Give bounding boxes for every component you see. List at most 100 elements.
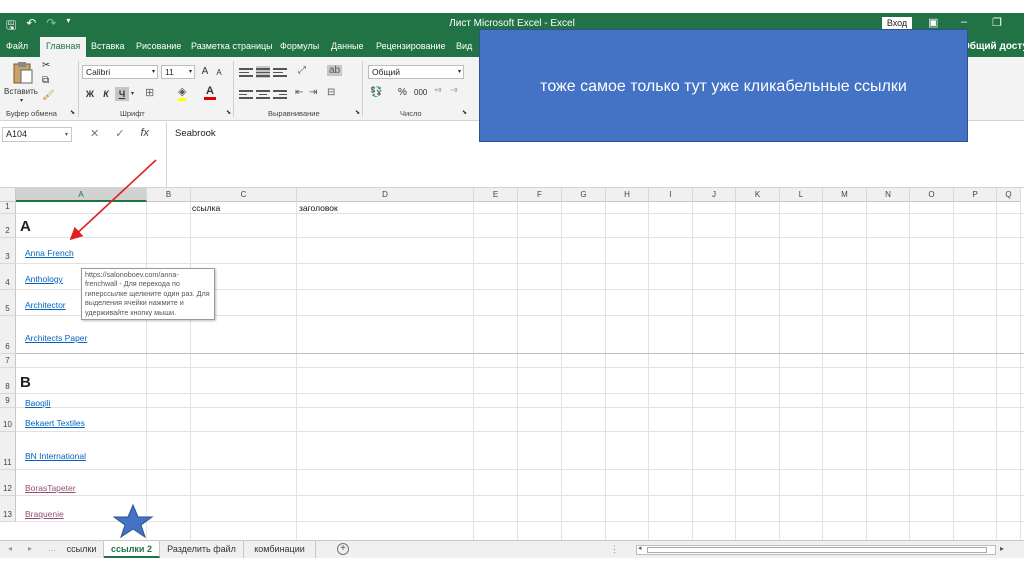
row-header-8[interactable]: 8 <box>0 368 16 394</box>
row-header-4[interactable]: 4 <box>0 264 16 290</box>
column-header-i[interactable]: I <box>649 188 693 202</box>
sheet-tab-combinations[interactable]: комбинации <box>244 541 316 558</box>
increase-decimal-icon[interactable]: ⁺⁰ <box>434 87 441 96</box>
cell-a4-link[interactable]: Anthology <box>25 274 63 284</box>
column-header-q[interactable]: Q <box>997 188 1021 202</box>
name-box[interactable]: A104 ▾ <box>2 127 72 142</box>
sheet-tab-links[interactable]: ссылки <box>60 541 104 558</box>
prev-sheet-icon[interactable]: ◂ <box>8 544 12 553</box>
cell-a9-link[interactable]: Baoqili <box>25 398 51 408</box>
row-header-13[interactable]: 13 <box>0 496 16 522</box>
tab-page-layout[interactable]: Разметка страницы <box>191 41 273 51</box>
row-header-5[interactable]: 5 <box>0 290 16 316</box>
alignment-launcher-icon[interactable]: ⬊ <box>355 109 360 116</box>
align-right-icon[interactable] <box>273 88 287 100</box>
column-header-d[interactable]: D <box>297 188 474 202</box>
format-painter-icon[interactable]: 🖌 <box>42 90 55 101</box>
clipboard-launcher-icon[interactable]: ⬊ <box>70 109 75 116</box>
currency-icon[interactable]: 💱 <box>370 87 382 98</box>
column-header-f[interactable]: F <box>518 188 562 202</box>
bold-button[interactable]: Ж <box>84 87 96 101</box>
select-all-corner[interactable] <box>0 188 16 202</box>
orientation-icon[interactable]: ⤢ <box>298 65 306 76</box>
ribbon-display-icon[interactable]: ▣ <box>928 16 938 29</box>
align-left-icon[interactable] <box>239 88 253 100</box>
column-header-l[interactable]: L <box>780 188 823 202</box>
cut-icon[interactable]: ✂ <box>42 60 50 71</box>
copy-icon[interactable]: ⧉ <box>42 75 49 86</box>
grow-font-button[interactable]: A <box>200 65 210 79</box>
row-header-7[interactable]: 7 <box>0 354 16 368</box>
restore-icon[interactable]: ❐ <box>992 16 1002 29</box>
cell-a6-link[interactable]: Architects Paper <box>25 333 87 343</box>
column-header-b[interactable]: B <box>147 188 191 202</box>
font-size-select[interactable]: 11 ▾ <box>161 65 195 79</box>
indent-decrease-icon[interactable]: ⇤ <box>295 87 303 98</box>
column-header-k[interactable]: K <box>736 188 780 202</box>
font-launcher-icon[interactable]: ⬊ <box>226 109 231 116</box>
sheet-tab-split-file[interactable]: Разделить файл <box>160 541 244 558</box>
share-button[interactable]: Общий доступ <box>962 41 1024 52</box>
cancel-icon[interactable]: ✕ <box>90 127 99 140</box>
row-header-3[interactable]: 3 <box>0 238 16 264</box>
paste-dropdown-icon[interactable]: ▾ <box>20 97 23 104</box>
row-header-12[interactable]: 12 <box>0 470 16 496</box>
fill-color-icon[interactable]: ◈ <box>178 85 187 101</box>
cell-a13-link[interactable]: Braquenie <box>25 509 64 519</box>
column-header-o[interactable]: O <box>910 188 954 202</box>
percent-button[interactable]: % <box>398 87 407 98</box>
row-header-9[interactable]: 9 <box>0 394 16 408</box>
cell-a2[interactable]: A <box>20 218 31 235</box>
underline-dropdown-icon[interactable]: ▾ <box>131 90 134 97</box>
column-header-g[interactable]: G <box>562 188 606 202</box>
cell-c1[interactable]: ссылка <box>192 203 220 213</box>
thousands-button[interactable]: 000 <box>414 88 427 97</box>
align-top-icon[interactable] <box>239 66 253 78</box>
worksheet-grid[interactable]: A B C D E F G H I J K L M N O P Q 1 2 3 4 5 6 7 8 9 10 11 12 13 <box>0 188 1024 540</box>
minimize-icon[interactable]: – <box>961 16 967 28</box>
row-header-2[interactable]: 2 <box>0 214 16 238</box>
insert-function-icon[interactable]: fx <box>140 127 149 140</box>
column-header-a[interactable]: A <box>16 188 147 202</box>
cell-a12-link[interactable]: BorasTapeter <box>25 483 76 493</box>
add-sheet-icon[interactable]: + <box>337 543 349 555</box>
column-header-h[interactable]: H <box>606 188 649 202</box>
shrink-font-button[interactable]: A <box>214 66 224 80</box>
align-center-icon[interactable] <box>256 88 270 100</box>
borders-icon[interactable]: ⊞ <box>145 86 154 99</box>
number-launcher-icon[interactable]: ⬊ <box>462 109 467 116</box>
column-header-m[interactable]: M <box>823 188 867 202</box>
row-header-11[interactable]: 11 <box>0 432 16 470</box>
wrap-text-icon[interactable]: ab <box>327 65 343 76</box>
scroll-right-icon[interactable]: ▸ <box>1000 544 1004 553</box>
align-middle-icon[interactable] <box>256 66 270 78</box>
underline-button[interactable]: Ч <box>115 87 129 101</box>
more-sheets-icon[interactable]: … <box>48 544 56 553</box>
tab-file[interactable]: Файл <box>6 41 28 51</box>
tab-home[interactable]: Главная <box>40 37 87 57</box>
cell-a10-link[interactable]: Bekaert Textiles <box>25 418 85 428</box>
tab-insert[interactable]: Вставка <box>91 41 124 51</box>
row-header-1[interactable]: 1 <box>0 202 16 214</box>
cell-a5-link[interactable]: Architector <box>25 300 66 310</box>
next-sheet-icon[interactable]: ▸ <box>28 544 32 553</box>
scrollbar-thumb[interactable] <box>647 547 987 553</box>
tab-formulas[interactable]: Формулы <box>280 41 319 51</box>
sheet-tab-links-2[interactable]: ссылки 2 <box>104 541 160 558</box>
font-name-select[interactable]: Calibri ▾ <box>82 65 158 79</box>
horizontal-scrollbar[interactable]: ◂ <box>636 545 996 555</box>
align-bottom-icon[interactable] <box>273 66 287 78</box>
font-color-button[interactable]: A <box>204 85 216 100</box>
tab-view[interactable]: Вид <box>456 41 472 51</box>
row-header-10[interactable]: 10 <box>0 408 16 432</box>
column-header-n[interactable]: N <box>867 188 910 202</box>
column-header-e[interactable]: E <box>474 188 518 202</box>
scroll-left-icon[interactable]: ◂ <box>638 544 642 552</box>
cell-a3-link[interactable]: Anna French <box>25 248 74 258</box>
column-header-c[interactable]: C <box>191 188 297 202</box>
enter-icon[interactable]: ✓ <box>115 127 124 140</box>
row-header-6[interactable]: 6 <box>0 316 16 354</box>
cell-a11-link[interactable]: BN International <box>25 451 86 461</box>
paste-button[interactable]: Вставить ▾ <box>4 61 40 105</box>
tab-draw[interactable]: Рисование <box>136 41 181 51</box>
